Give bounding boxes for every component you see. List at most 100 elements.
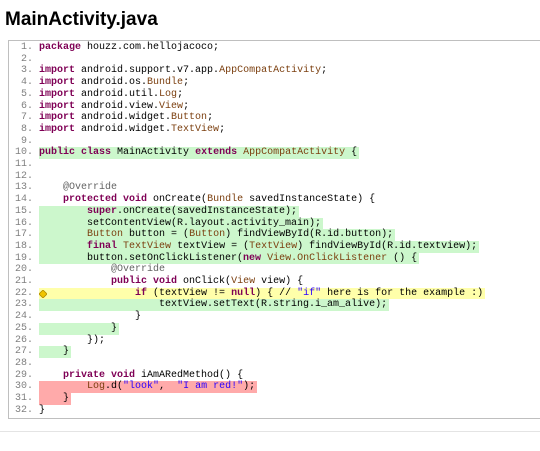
code-token: MainActivity [117, 147, 190, 159]
line-number: 10. [14, 147, 33, 159]
line-number: 27. [14, 346, 33, 358]
code-token: android.util. [81, 88, 160, 100]
line-number: 17. [14, 229, 33, 241]
code-line: 21. public void onClick(View view) { [9, 276, 540, 288]
code-line: 20. @Override [9, 264, 540, 276]
code-token: } [39, 404, 46, 416]
code-token: AppCompatActivity [243, 147, 346, 159]
code-text: @Override [39, 182, 119, 194]
code-token: import [39, 88, 76, 100]
code-line: 22. if (textView != null) { // "if" here… [9, 287, 540, 300]
code-token: textView = ( [177, 240, 250, 252]
code-line: 6. import android.view.View; [9, 101, 540, 113]
code-token: ) findViewById(R.id.button); [225, 229, 394, 241]
code-line: 28. [9, 358, 540, 370]
code-token: onClick( [183, 276, 232, 288]
code-text: import android.util.Log; [39, 89, 185, 101]
code-token: () { [393, 252, 418, 264]
line-number: 31. [14, 393, 33, 405]
code-line: 3. import android.support.v7.app.AppCompa… [9, 65, 540, 77]
code-line: 14. protected void onCreate(Bundle saved… [9, 194, 540, 206]
code-text: setContentView(R.layout.activity_main); [39, 217, 324, 230]
code-text: import android.support.v7.app.AppCompatA… [39, 65, 329, 77]
code-token: import [39, 100, 76, 112]
code-token: import [39, 77, 76, 89]
code-text: button.setOnClickListener(new View.OnCli… [39, 252, 420, 265]
code-token: , [159, 381, 172, 393]
code-token: import [39, 112, 76, 124]
code-token: "if" [297, 287, 322, 299]
line-number: 19. [14, 252, 33, 264]
code-token: @Override [111, 264, 166, 276]
code-text: if (textView != null) { // "if" here is … [39, 287, 486, 300]
line-number: 30. [14, 381, 33, 393]
code-token: View.OnClickListener [267, 252, 388, 264]
line-number: 3. [20, 65, 33, 77]
code-token: TextView [171, 123, 220, 135]
code-line: 17. Button button = (Button) findViewByI… [9, 229, 540, 241]
code-text: protected void onCreate(Bundle savedInst… [39, 194, 377, 206]
code-token: .onCreate(savedInstanceState); [117, 205, 298, 217]
line-number: 32. [14, 404, 33, 416]
code-line: 9. [9, 136, 540, 148]
code-token: button = ( [129, 229, 190, 241]
code-token: Button [171, 112, 208, 124]
line-number: 2. [20, 53, 33, 65]
line-number: 18. [14, 240, 33, 252]
page-title: MainActivity.java [5, 9, 158, 30]
code-line: 16. setContentView(R.layout.activity_mai… [9, 217, 540, 230]
code-text: import android.os.Bundle; [39, 77, 191, 89]
code-line: 30. Log.d("look", "I am red!"); [9, 381, 540, 394]
code-line: 31. } [9, 393, 540, 405]
code-token: (textView != [153, 287, 226, 299]
source-code-panel: 1. package houzz.com.hellojacoco; 2. 3. impo… [8, 40, 540, 419]
code-token: ; [219, 123, 226, 135]
line-number: 14. [14, 194, 33, 206]
code-text: super.onCreate(savedInstanceState); [39, 205, 300, 218]
code-text: } [39, 405, 47, 417]
code-line: 8. import android.widget.TextView; [9, 124, 540, 136]
code-text: }); [39, 335, 107, 347]
code-token: protected void [63, 194, 148, 206]
code-line: 24. } [9, 311, 540, 323]
code-text: final TextView textView = (TextView) fin… [39, 240, 480, 253]
code-token: Button [87, 229, 124, 241]
line-number: 28. [14, 357, 33, 369]
code-line: 4. import android.os.Bundle; [9, 77, 540, 89]
line-number: 1. [20, 42, 33, 53]
line-number: 25. [14, 322, 33, 334]
code-token: import [39, 123, 76, 135]
code-line: 23. textView.setText(R.string.i_am_alive… [9, 299, 540, 312]
code-token: if [135, 287, 148, 299]
code-line: 26. }); [9, 335, 540, 347]
code-line: 25. } [9, 322, 540, 335]
code-line: 1. package houzz.com.hellojacoco; [9, 42, 540, 54]
footer-divider [0, 431, 540, 432]
line-number: 24. [14, 311, 33, 323]
line-number: 7. [20, 112, 33, 124]
code-token: Button [189, 229, 226, 241]
code-token: } [63, 393, 70, 405]
code-token: } [135, 311, 142, 323]
code-line: 19. button.setOnClickListener(new View.O… [9, 252, 540, 265]
code-token: ; [207, 112, 214, 124]
code-token: button.setOnClickListener( [87, 252, 244, 264]
source-code-lines: 1. package houzz.com.hellojacoco; 2. 3. impo… [9, 42, 540, 417]
code-text: Log.d("look", "I am red!"); [39, 381, 258, 394]
code-line: 13. @Override [9, 182, 540, 194]
code-text: public void onClick(View view) { [39, 276, 305, 288]
code-text: } [39, 393, 72, 405]
code-token: "I am red!" [177, 381, 244, 393]
code-token: textView.setText(R.string.i_am_alive); [159, 299, 388, 311]
code-token: setContentView(R.layout.activity_main); [87, 217, 322, 229]
line-number: 22. [14, 287, 33, 299]
code-line: 32.} [9, 405, 540, 417]
code-text: } [39, 346, 72, 358]
code-text: textView.setText(R.string.i_am_alive); [39, 299, 390, 312]
code-token: android.support.v7.app. [81, 65, 220, 77]
line-number: 12. [14, 170, 33, 182]
code-line: 2. [9, 54, 540, 66]
code-token: Bundle [207, 194, 244, 206]
code-token: extends [195, 147, 238, 159]
line-number: 13. [14, 182, 33, 194]
